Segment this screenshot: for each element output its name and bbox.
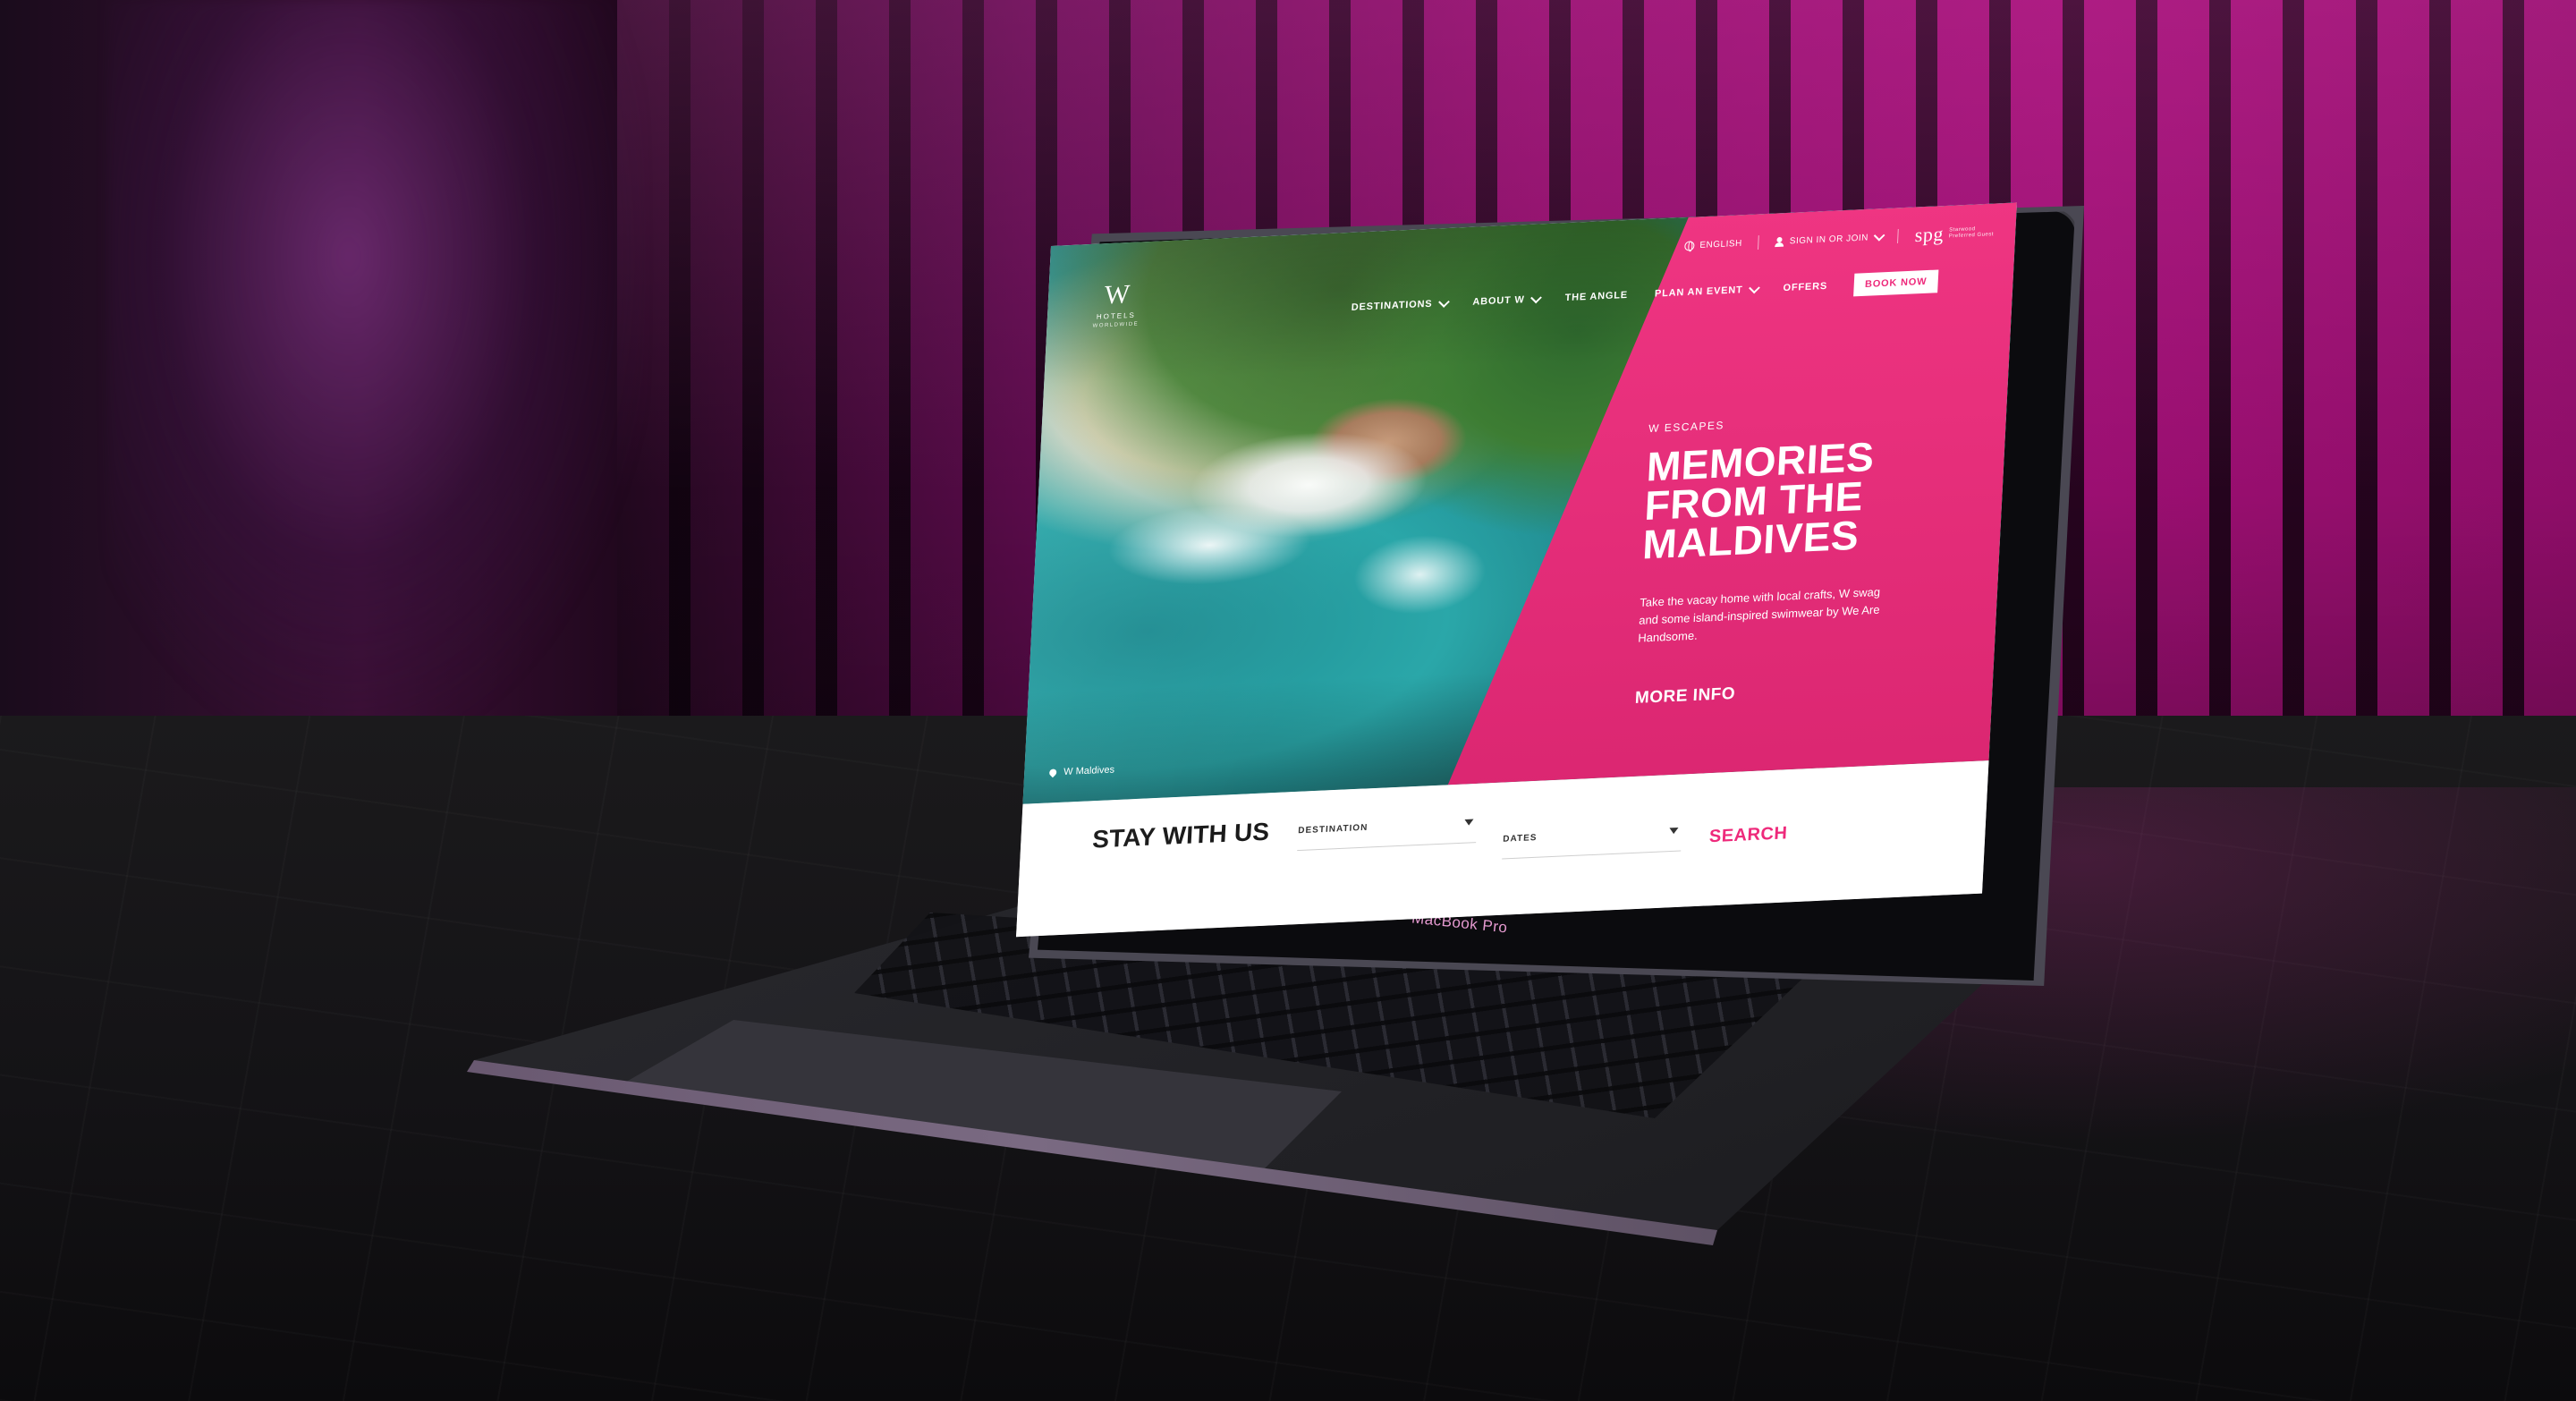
nav-destinations[interactable]: DESTINATIONS [1351,295,1450,313]
map-pin-icon [1047,767,1058,778]
search-button[interactable]: SEARCH [1703,822,1793,848]
divider [1758,235,1760,250]
caret-down-icon [1669,827,1679,835]
chevron-down-icon [1437,295,1450,308]
destination-select[interactable]: DESTINATION [1297,813,1478,852]
dates-select[interactable]: DATES [1502,821,1682,860]
user-icon [1775,236,1785,246]
caret-down-icon [1464,819,1474,826]
hero-description: Take the vacay home with local crafts, W… [1637,585,1881,645]
spg-mark: spg [1914,222,1945,247]
nav-offers[interactable]: OFFERS [1783,281,1827,293]
book-now-button[interactable]: BOOK NOW [1853,269,1938,297]
sign-in-label: SIGN IN OR JOIN [1789,233,1869,246]
logo-mark: W [1104,279,1131,310]
dates-label: DATES [1503,833,1538,845]
chevron-down-icon [1748,282,1760,293]
globe-icon [1684,240,1695,251]
language-selector[interactable]: ENGLISH [1684,238,1743,251]
nav-plan-an-event[interactable]: PLAN AN EVENT [1654,282,1760,300]
nav-label: ABOUT W [1472,294,1525,308]
logo-line1: HOTELS [1096,310,1137,321]
nav-label: PLAN AN EVENT [1654,284,1743,300]
hero-copy: W ESCAPES MEMORIES FROM THE MALDIVES Tak… [1634,409,1953,709]
nav-label: THE ANGLE [1564,289,1629,304]
chevron-down-icon [1530,292,1542,303]
language-label: ENGLISH [1699,238,1743,250]
nav-about-w[interactable]: ABOUT W [1472,292,1542,308]
destination-label: DESTINATION [1298,822,1368,836]
hero-title: MEMORIES FROM THE MALDIVES [1641,433,1876,568]
nav-label: OFFERS [1783,280,1828,294]
w-hotels-logo[interactable]: W HOTELS WORLDWIDE [1084,279,1149,330]
background-window [107,0,644,734]
laptop-screen: W HOTELS WORLDWIDE ENGLISH SIGN IN OR JO… [1015,202,2017,955]
booking-heading: STAY WITH US [1091,817,1271,853]
chevron-down-icon [1874,229,1885,242]
sign-in-link[interactable]: SIGN IN OR JOIN [1775,229,1885,246]
website: W HOTELS WORLDWIDE ENGLISH SIGN IN OR JO… [1016,202,2017,938]
nav-the-angle[interactable]: THE ANGLE [1564,290,1628,303]
divider [1897,229,1900,243]
nav-label: DESTINATIONS [1351,298,1433,313]
spg-subtitle: Starwood Preferred Guest [1948,226,1995,240]
